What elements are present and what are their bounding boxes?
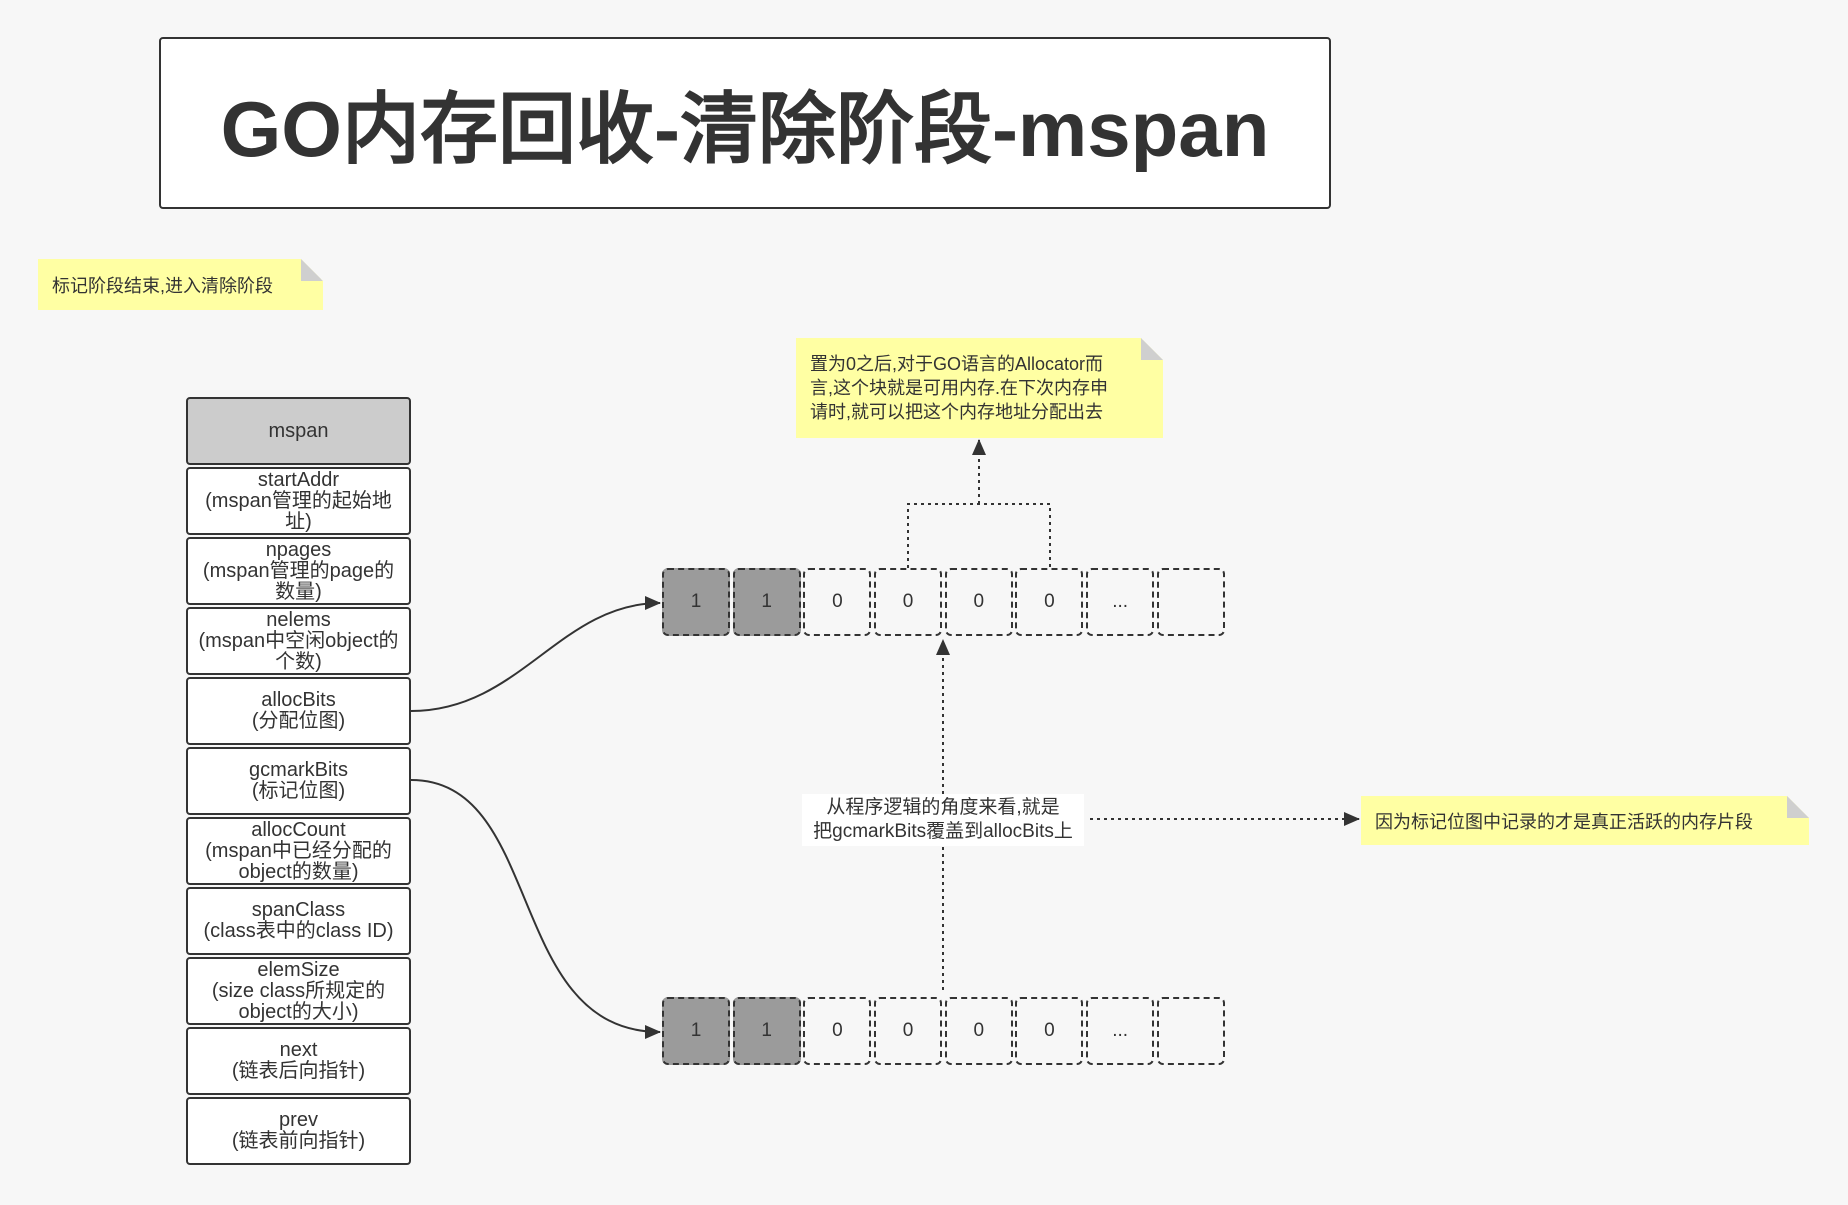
overwrite-label-line: 从程序逻辑的角度来看,就是 — [826, 797, 1060, 818]
overwrite-label: 从程序逻辑的角度来看,就是 把gcmarkBits覆盖到allocBits上 — [802, 794, 1084, 846]
allocator-note-line: 置为0之后,对于GO语言的Allocator而 — [810, 354, 1104, 374]
connector-layer — [410, 439, 1360, 1039]
diagram-canvas: GO内存回收-清除阶段-mspan 标记阶段结束,进入清除阶段 置为0之后,对于… — [0, 0, 1848, 1205]
phase-note-text: 标记阶段结束,进入清除阶段 — [52, 275, 273, 296]
active-memory-note: 因为标记位图中记录的才是真正活跃的内存片段 — [1361, 796, 1809, 845]
allocator-note-line: 言,这个块就是可用内存.在下次内存申 — [810, 378, 1109, 398]
reset-bracket — [907, 503, 1051, 568]
allocator-note-line: 请时,就可以把这个内存地址分配出去 — [810, 402, 1103, 422]
overwrite-label-line: 把gcmarkBits覆盖到allocBits上 — [813, 821, 1073, 842]
allocator-note: 置为0之后,对于GO语言的Allocator而 言,这个块就是可用内存.在下次内… — [796, 338, 1163, 438]
allocbits-link-arrow — [410, 596, 661, 712]
gcmarkbits-link-arrow — [410, 779, 661, 1039]
active-memory-note-text: 因为标记位图中记录的才是真正活跃的内存片段 — [1375, 811, 1753, 832]
phase-note: 标记阶段结束,进入清除阶段 — [38, 259, 323, 310]
